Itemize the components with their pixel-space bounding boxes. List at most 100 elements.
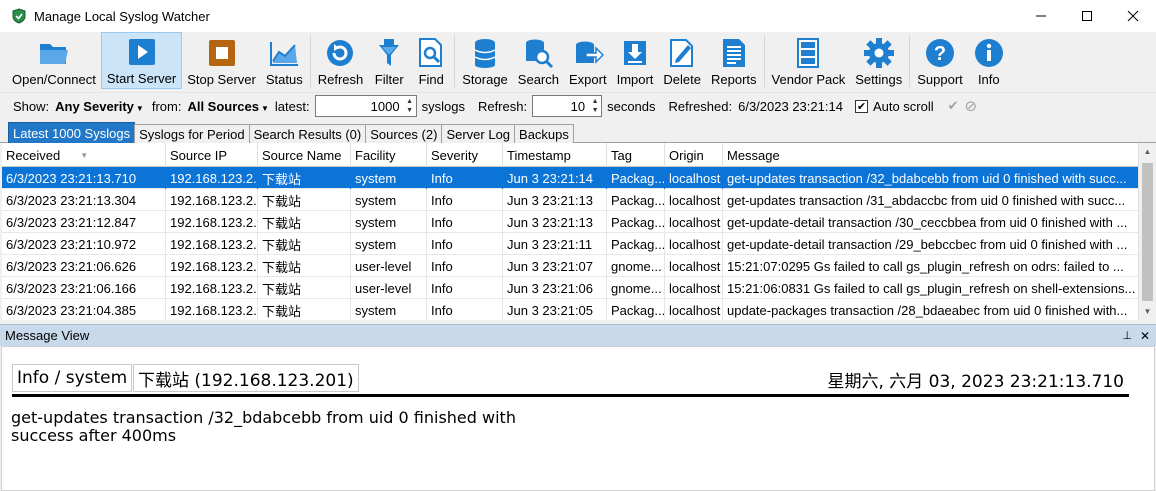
autoscroll-checkbox[interactable]: ✔ xyxy=(854,99,868,113)
delete-button[interactable]: Delete xyxy=(658,32,706,89)
column-header-origin[interactable]: Origin xyxy=(665,143,723,167)
open-connect-button[interactable]: Open/Connect xyxy=(7,32,101,89)
maximize-button[interactable] xyxy=(1064,0,1110,32)
cell-facility: system xyxy=(351,233,427,255)
info-icon xyxy=(974,39,1003,67)
chart-icon xyxy=(270,42,299,66)
scroll-thumb[interactable] xyxy=(1142,163,1153,301)
syslogs-label: syslogs xyxy=(421,98,465,114)
folder-icon xyxy=(39,44,68,64)
cell-message: get-updates transaction /32_bdabcebb fro… xyxy=(727,170,1127,186)
support-button[interactable]: ? Support xyxy=(912,32,968,89)
vendor-pack-icon xyxy=(797,38,820,68)
column-header-received[interactable]: Received ▼ xyxy=(2,143,166,167)
search-label: Search xyxy=(517,72,559,87)
table-row[interactable]: 6/3/2023 23:21:06.626 192.168.123.2... 下载站… xyxy=(2,255,1138,277)
reports-button[interactable]: Reports xyxy=(706,32,762,89)
table-row[interactable]: 6/3/2023 23:21:13.304 192.168.123.2... 下载站… xyxy=(2,189,1138,211)
tab-backups[interactable]: Backups xyxy=(514,124,574,143)
spin-arrows[interactable]: ▲ ▼ xyxy=(404,96,416,116)
search-button[interactable]: Search xyxy=(513,32,564,89)
import-button[interactable]: Import xyxy=(612,32,659,89)
table-body: 6/3/2023 23:21:13.710 192.168.123.2... 下载站… xyxy=(2,167,1138,320)
title-bar: Manage Local Syslog Watcher xyxy=(0,0,1156,32)
stop-server-button[interactable]: Stop Server xyxy=(182,32,261,89)
table-row[interactable]: 6/3/2023 23:21:13.710 192.168.123.2... 下载站… xyxy=(2,167,1138,189)
cell-tag: Packag... xyxy=(607,189,665,211)
cell-severity: Info xyxy=(427,189,503,211)
cell-source-name: 下载站 xyxy=(258,189,351,211)
tab-search-results[interactable]: Search Results (0) xyxy=(248,124,367,143)
cell-origin: localhost xyxy=(665,233,723,255)
column-header-source-name[interactable]: Source Name xyxy=(258,143,351,167)
open-connect-label: Open/Connect xyxy=(12,72,96,87)
table-row[interactable]: 6/3/2023 23:21:10.972 192.168.123.2... 下载站… xyxy=(2,233,1138,255)
cell-facility: system xyxy=(351,211,427,233)
message-datetime: 星期六, 六月 03, 2023 23:21:13.710 xyxy=(827,372,1124,392)
column-header-severity[interactable]: Severity xyxy=(427,143,503,167)
start-server-button[interactable]: Start Server xyxy=(100,32,183,89)
sources-dropdown[interactable]: All Sources ▼ xyxy=(187,99,268,114)
cell-source-name: 下载站 xyxy=(258,299,351,320)
filter-button[interactable]: Filter xyxy=(368,32,410,89)
column-header-timestamp[interactable]: Timestamp xyxy=(503,143,607,167)
table-row[interactable]: 6/3/2023 23:21:06.166 192.168.123.2... 下载站… xyxy=(2,277,1138,299)
cancel-circle-icon[interactable]: ⊘ xyxy=(965,97,978,115)
cell-timestamp: Jun 3 23:21:13 xyxy=(503,211,607,233)
column-header-message[interactable]: Message xyxy=(723,143,1138,167)
refresh-button[interactable]: Refresh xyxy=(313,32,369,89)
info-button[interactable]: Info xyxy=(968,32,1010,89)
column-label: Received xyxy=(6,147,61,163)
column-header-facility[interactable]: Facility xyxy=(351,143,427,167)
message-divider xyxy=(12,394,1129,397)
cell-tag: Packag... xyxy=(607,167,665,189)
refresh-stepper[interactable]: ▲▼ xyxy=(532,95,603,117)
apply-check-icon[interactable]: ✔ xyxy=(948,98,959,114)
vendor-pack-button[interactable]: Vendor Pack xyxy=(767,32,851,89)
find-button[interactable]: Find xyxy=(410,32,452,89)
reports-icon xyxy=(722,39,745,67)
latest-input[interactable] xyxy=(315,96,404,116)
column-header-tag[interactable]: Tag xyxy=(607,143,665,167)
column-header-source-ip[interactable]: Source IP xyxy=(166,143,258,167)
close-icon[interactable]: ✕ xyxy=(1140,329,1150,343)
cell-origin: localhost xyxy=(665,299,723,320)
settings-button[interactable]: Settings xyxy=(850,32,907,89)
export-button[interactable]: Export xyxy=(564,32,612,89)
cell-tag: Packag... xyxy=(607,233,665,255)
info-label: Info xyxy=(977,72,1000,87)
cell-facility: system xyxy=(351,167,427,189)
cell-source-ip: 192.168.123.2... xyxy=(166,167,258,189)
table-row[interactable]: 6/3/2023 23:21:12.847 192.168.123.2... 下载站… xyxy=(2,211,1138,233)
scroll-down-icon[interactable]: ▼ xyxy=(1139,303,1156,320)
cell-severity: Info xyxy=(427,233,503,255)
database-search-icon xyxy=(526,39,554,69)
spin-down-icon: ▼ xyxy=(591,107,599,114)
tab-syslogs-for-period[interactable]: Syslogs for Period xyxy=(134,124,250,143)
scroll-up-icon[interactable]: ▲ xyxy=(1139,143,1156,160)
tab-server-log[interactable]: Server Log xyxy=(441,124,516,143)
vertical-scrollbar[interactable]: ▲ ▼ xyxy=(1138,143,1155,320)
cell-facility: system xyxy=(351,189,427,211)
latest-stepper[interactable]: ▲▼ xyxy=(314,95,417,117)
toolbar-separator xyxy=(454,35,456,87)
message-view-panel: Info / system 下载站 (192.168.123.201) 星期六,… xyxy=(1,346,1155,491)
storage-button[interactable]: Storage xyxy=(457,32,513,89)
spin-arrows[interactable]: ▲ ▼ xyxy=(589,96,601,116)
cell-received: 6/3/2023 23:21:12.847 xyxy=(2,211,166,233)
severity-dropdown[interactable]: Any Severity ▼ xyxy=(55,99,144,114)
pin-icon[interactable]: ⊥ xyxy=(1122,329,1132,342)
tab-sources[interactable]: Sources (2) xyxy=(365,124,443,143)
cell-severity: Info xyxy=(427,299,503,320)
cell-source-name: 下载站 xyxy=(258,211,351,233)
cell-message: 15:21:07:0295 Gs failed to call gs_plugi… xyxy=(727,258,1124,274)
cell-origin: localhost xyxy=(665,277,723,299)
table-row[interactable]: 6/3/2023 23:21:04.385 192.168.123.2... 下载站… xyxy=(2,299,1138,320)
close-button[interactable] xyxy=(1110,0,1156,32)
minimize-button[interactable] xyxy=(1018,0,1064,32)
status-button[interactable]: Status xyxy=(261,32,308,89)
cell-message: 15:21:06:0831 Gs failed to call gs_plugi… xyxy=(727,280,1136,296)
tab-latest-syslogs[interactable]: Latest 1000 Syslogs xyxy=(8,122,136,143)
refresh-input[interactable] xyxy=(533,96,590,116)
cell-source-ip: 192.168.123.2... xyxy=(166,299,258,320)
